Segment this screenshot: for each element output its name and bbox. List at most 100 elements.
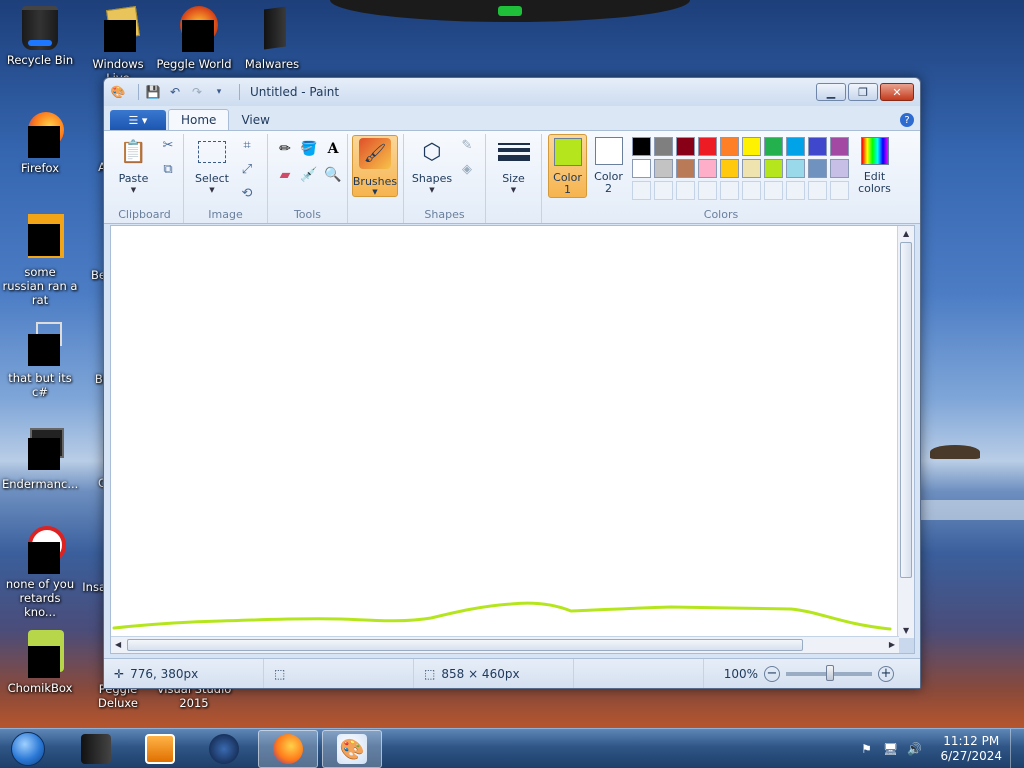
- scroll-up-icon[interactable]: ▲: [903, 229, 909, 238]
- desktop-icon-some-russian[interactable]: e some russian ran a rat: [2, 214, 78, 307]
- palette-swatch[interactable]: [632, 137, 652, 156]
- cut-icon[interactable]: ✂: [159, 136, 177, 154]
- palette-swatch[interactable]: [720, 137, 740, 156]
- palette-swatch[interactable]: [742, 137, 762, 156]
- palette-swatch-empty[interactable]: [720, 181, 740, 200]
- desktop-icon-partial-5[interactable]: Insa: [66, 580, 106, 594]
- desktop-icon-partial-1[interactable]: A: [66, 160, 106, 174]
- scroll-left-icon[interactable]: ◀: [115, 640, 121, 649]
- palette-swatch[interactable]: [830, 159, 850, 178]
- palette-swatch[interactable]: [830, 137, 850, 156]
- desktop-icon-that-but-its-c[interactable]: that but its c#: [2, 320, 78, 399]
- palette-swatch-empty[interactable]: [786, 181, 806, 200]
- zoom-slider[interactable]: [786, 664, 872, 681]
- paint-menu-button[interactable]: ☰ ▾: [110, 110, 166, 130]
- save-icon[interactable]: 💾: [145, 84, 161, 100]
- desktop-icon-partial-3[interactable]: Bi: [66, 372, 106, 386]
- desktop-icon-malwares[interactable]: Malwares: [234, 6, 310, 71]
- network-icon[interactable]: 🖥: [882, 741, 898, 757]
- tab-home[interactable]: Home: [168, 109, 230, 130]
- taskbar-item-media-player[interactable]: [130, 730, 190, 768]
- shapes-button[interactable]: ⬡ Shapes ▼: [410, 134, 454, 195]
- palette-swatch[interactable]: [808, 159, 828, 178]
- desktop-icon-peggle-world[interactable]: Peggle World: [156, 6, 232, 71]
- taskbar-item-globe[interactable]: [194, 730, 254, 768]
- color-picker-icon[interactable]: 💉: [298, 164, 320, 186]
- close-button[interactable]: ✕: [880, 83, 914, 101]
- tab-view[interactable]: View: [229, 110, 281, 130]
- maximize-button[interactable]: ❐: [848, 83, 878, 101]
- vertical-scroll-thumb[interactable]: [900, 242, 912, 578]
- palette-swatch-empty[interactable]: [676, 181, 696, 200]
- palette-swatch[interactable]: [676, 137, 696, 156]
- horizontal-scroll-thumb[interactable]: [127, 639, 803, 651]
- desktop-icon-recycle-bin[interactable]: Recycle Bin: [2, 6, 78, 67]
- minimize-button[interactable]: ▁: [816, 83, 846, 101]
- palette-swatch[interactable]: [654, 159, 674, 178]
- palette-swatch[interactable]: [742, 159, 762, 178]
- text-icon[interactable]: A: [322, 138, 344, 160]
- palette-swatch[interactable]: [676, 159, 696, 178]
- paint-window[interactable]: 🎨 💾 ↶ ↷ ▾ Untitled - Paint ▁ ❐ ✕ ☰ ▾ Hom…: [103, 77, 921, 689]
- taskbar-item-firefox[interactable]: [258, 729, 318, 768]
- zoom-in-icon[interactable]: +: [878, 665, 894, 682]
- palette-swatch[interactable]: [764, 159, 784, 178]
- scroll-right-icon[interactable]: ▶: [889, 640, 895, 649]
- horizontal-scrollbar[interactable]: ◀ ▶: [111, 636, 899, 653]
- color1-button[interactable]: Color 1: [548, 134, 588, 198]
- clock[interactable]: 11:12 PM 6/27/2024: [940, 734, 1002, 764]
- palette-swatch-empty[interactable]: [654, 181, 674, 200]
- palette-swatch-empty[interactable]: [764, 181, 784, 200]
- crop-icon[interactable]: ⌗: [238, 136, 256, 154]
- select-button[interactable]: Select ▼: [190, 134, 234, 194]
- paste-button[interactable]: 📋 Paste ▼: [112, 134, 155, 195]
- palette-swatch-empty[interactable]: [830, 181, 850, 200]
- outline-icon[interactable]: ✎: [458, 136, 476, 154]
- taskbar-item-malwares[interactable]: [66, 730, 126, 768]
- magnifier-icon[interactable]: 🔍: [322, 164, 344, 186]
- redo-icon[interactable]: ↷: [189, 84, 205, 100]
- palette-swatch[interactable]: [808, 137, 828, 156]
- vertical-scrollbar[interactable]: ▲ ▼: [897, 226, 914, 638]
- zoom-out-icon[interactable]: −: [764, 665, 780, 682]
- palette-swatch[interactable]: [698, 137, 718, 156]
- desktop-icon-partial-4[interactable]: C: [66, 476, 106, 490]
- action-center-icon[interactable]: ⚑: [858, 741, 874, 757]
- palette-swatch[interactable]: [720, 159, 740, 178]
- palette-swatch-empty[interactable]: [698, 181, 718, 200]
- desktop-icon-partial-2[interactable]: Be: [66, 268, 106, 282]
- undo-icon[interactable]: ↶: [167, 84, 183, 100]
- pencil-icon[interactable]: ✏: [274, 138, 296, 160]
- color2-button[interactable]: Color 2: [589, 134, 628, 198]
- resize-icon[interactable]: ⤢: [238, 160, 256, 178]
- palette-swatch[interactable]: [654, 137, 674, 156]
- palette-swatch[interactable]: [764, 137, 784, 156]
- desktop-icon-windows-live[interactable]: Windows Live: [80, 6, 156, 85]
- palette-swatch-empty[interactable]: [632, 181, 652, 200]
- volume-icon[interactable]: 🔊: [906, 741, 922, 757]
- show-desktop-button[interactable]: [1010, 728, 1024, 768]
- customize-quick-access-icon[interactable]: ▾: [211, 84, 227, 100]
- palette-swatch-empty[interactable]: [808, 181, 828, 200]
- copy-icon[interactable]: ⧉: [159, 160, 177, 178]
- title-bar[interactable]: 🎨 💾 ↶ ↷ ▾ Untitled - Paint ▁ ❐ ✕: [104, 78, 920, 106]
- help-icon[interactable]: ?: [900, 113, 914, 127]
- zoom-slider-knob[interactable]: [826, 664, 834, 681]
- paint-app-icon[interactable]: 🎨: [110, 84, 126, 100]
- palette-swatch[interactable]: [632, 159, 652, 178]
- palette-swatch[interactable]: [786, 137, 806, 156]
- fill-icon[interactable]: 🪣: [298, 138, 320, 160]
- palette-swatch[interactable]: [698, 159, 718, 178]
- eraser-icon[interactable]: ▰: [274, 164, 296, 186]
- start-button[interactable]: [6, 730, 50, 768]
- palette-swatch[interactable]: [786, 159, 806, 178]
- desktop-icon-chomikbox[interactable]: ChomikBox: [2, 630, 78, 695]
- brushes-button[interactable]: 🖌 Brushes ▼: [352, 135, 398, 197]
- scroll-down-icon[interactable]: ▼: [903, 626, 909, 635]
- size-button[interactable]: Size ▼: [492, 134, 535, 194]
- desktop-icon-none-of-you[interactable]: none of you retards kno...: [2, 526, 78, 619]
- edit-colors-button[interactable]: Edit colors: [855, 134, 894, 195]
- drawing-canvas[interactable]: [111, 226, 899, 638]
- fill-shape-icon[interactable]: ◈: [458, 160, 476, 178]
- taskbar-item-paint[interactable]: 🎨: [322, 729, 382, 768]
